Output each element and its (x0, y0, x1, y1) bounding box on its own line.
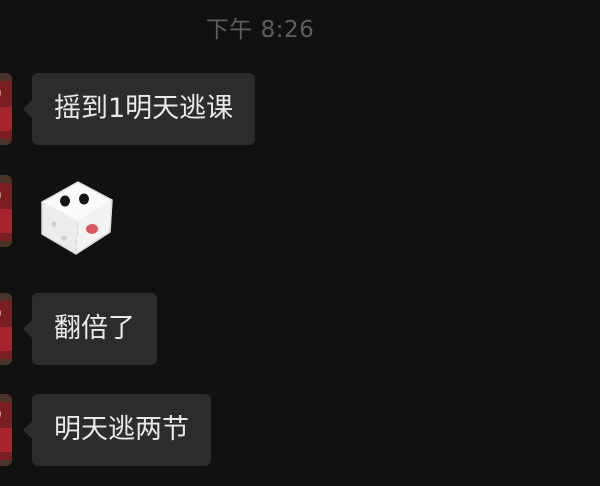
avatar[interactable] (0, 175, 12, 247)
message-text: 明天逃两节 (54, 414, 189, 445)
message-bubble[interactable]: 翻倍了 (23, 293, 157, 365)
message-text: 摇到1明天逃课 (54, 93, 234, 124)
message-text: 翻倍了 (54, 313, 135, 344)
message-bubble[interactable]: 明天逃两节 (23, 394, 211, 466)
avatar[interactable] (0, 73, 12, 145)
avatar[interactable] (0, 293, 12, 365)
dice-icon[interactable] (32, 172, 118, 258)
avatar[interactable] (0, 394, 12, 466)
message-bubble[interactable]: 摇到1明天逃课 (22, 73, 256, 145)
chat-window: 下午 8:26 摇到1明天逃课 翻倍了 明天逃两节 (0, 0, 600, 486)
message-timestamp: 下午 8:26 (205, 17, 315, 43)
